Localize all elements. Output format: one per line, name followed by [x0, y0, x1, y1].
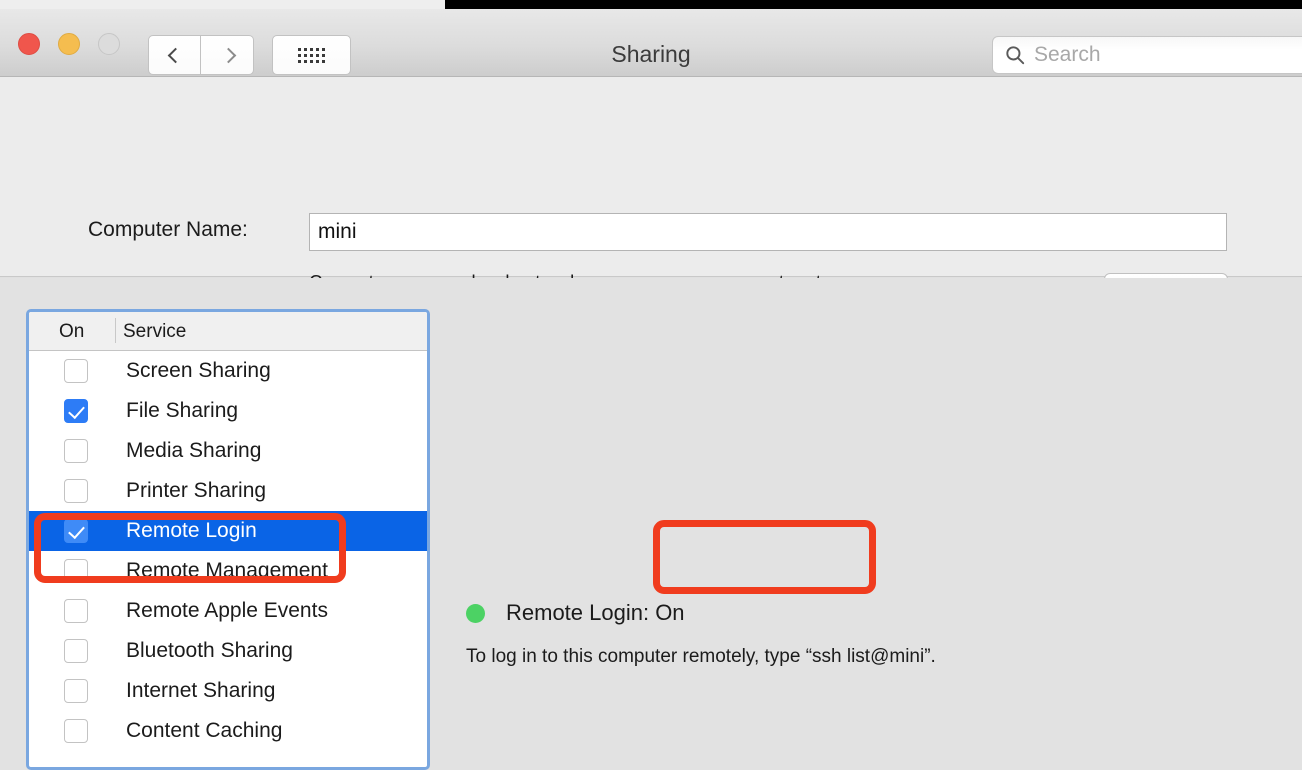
- service-name-label: File Sharing: [126, 399, 239, 422]
- search-icon: [1006, 46, 1025, 65]
- services-table-header: On Service: [29, 312, 427, 351]
- column-divider: [115, 318, 116, 343]
- service-checkbox[interactable]: [64, 519, 88, 543]
- sharing-preferences-window: Sharing Search Computer Name: mini Compu…: [0, 0, 1302, 770]
- table-row[interactable]: Media Sharing: [29, 431, 427, 471]
- service-checkbox[interactable]: [64, 439, 88, 463]
- service-name-label: Printer Sharing: [126, 479, 267, 502]
- window-toolbar: Sharing Search: [0, 9, 1302, 77]
- table-row[interactable]: Printer Sharing: [29, 471, 427, 511]
- service-name-label: Remote Management: [126, 559, 328, 582]
- table-row[interactable]: Bluetooth Sharing: [29, 631, 427, 671]
- table-row[interactable]: Screen Sharing: [29, 351, 427, 391]
- service-checkbox[interactable]: [64, 719, 88, 743]
- service-checkbox[interactable]: [64, 679, 88, 703]
- service-checkbox[interactable]: [64, 399, 88, 423]
- table-row[interactable]: File Sharing: [29, 391, 427, 431]
- column-header-service: Service: [123, 321, 187, 342]
- services-table[interactable]: On Service Screen Sharing File Sharing Med…: [26, 309, 430, 770]
- computer-name-label: Computer Name:: [88, 218, 248, 241]
- computer-name-section: Computer Name: mini Computers on your lo…: [0, 77, 1302, 320]
- top-strip-light: [0, 0, 445, 9]
- service-checkbox[interactable]: [64, 359, 88, 383]
- status-dot-green-icon: [466, 604, 485, 623]
- service-checkbox[interactable]: [64, 599, 88, 623]
- service-status-text: Remote Login: On: [506, 600, 685, 625]
- service-name-label: Media Sharing: [126, 439, 262, 462]
- sharing-body: On Service Screen Sharing File Sharing Med…: [0, 278, 1302, 770]
- services-list: Screen Sharing File Sharing Media Sharing P…: [29, 351, 427, 751]
- computer-name-field[interactable]: mini: [309, 213, 1227, 251]
- table-row[interactable]: Remote Login: [29, 511, 427, 551]
- service-name-label: Internet Sharing: [126, 679, 276, 702]
- top-strip-dark: [445, 0, 1302, 9]
- service-checkbox[interactable]: [64, 559, 88, 583]
- table-row[interactable]: Remote Management: [29, 551, 427, 591]
- service-checkbox[interactable]: [64, 479, 88, 503]
- service-name-label: Screen Sharing: [126, 359, 271, 382]
- table-row[interactable]: Content Caching: [29, 711, 427, 751]
- service-hint-text: To log in to this computer remotely, typ…: [466, 646, 936, 667]
- search-placeholder: Search: [1034, 43, 1101, 66]
- table-row[interactable]: Remote Apple Events: [29, 591, 427, 631]
- service-name-label: Bluetooth Sharing: [126, 639, 293, 662]
- column-header-on: On: [59, 321, 85, 342]
- service-name-label: Content Caching: [126, 719, 283, 742]
- service-name-label: Remote Login: [126, 519, 257, 542]
- search-input[interactable]: Search: [992, 36, 1302, 74]
- table-row[interactable]: Internet Sharing: [29, 671, 427, 711]
- service-checkbox[interactable]: [64, 639, 88, 663]
- service-name-label: Remote Apple Events: [126, 599, 328, 622]
